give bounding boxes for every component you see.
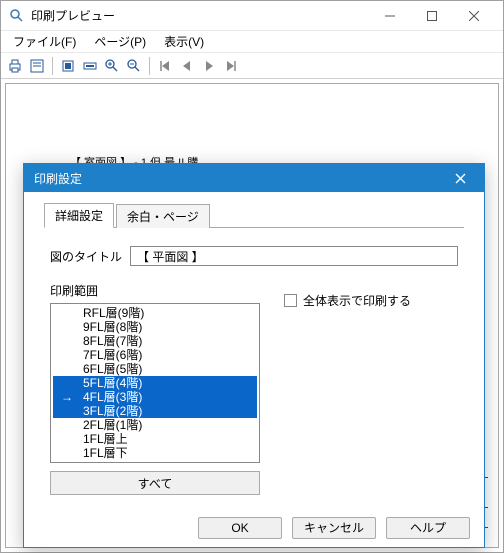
dialog-close-button[interactable] [446, 164, 474, 192]
figure-title-label: 図のタイトル [50, 248, 130, 265]
toolbar [1, 53, 503, 79]
list-item[interactable]: 5FL層(4階) [53, 376, 257, 390]
main-titlebar: 印刷プレビュー [1, 1, 503, 31]
list-item[interactable]: 9FL層(8階) [53, 320, 257, 334]
floor-listbox[interactable]: RFL層(9階)9FL層(8階)8FL層(7階)7FL層(6階)6FL層(5階)… [50, 303, 260, 463]
fit-width-icon[interactable] [80, 56, 100, 76]
list-item[interactable]: 7FL層(6階) [53, 348, 257, 362]
minimize-button[interactable] [369, 2, 411, 30]
nav-prev-icon[interactable] [177, 56, 197, 76]
nav-last-icon[interactable] [221, 56, 241, 76]
close-button[interactable] [453, 2, 495, 30]
full-view-checkbox-row[interactable]: 全体表示で印刷する [284, 292, 411, 309]
print-range-label: 印刷範囲 [50, 282, 260, 299]
dialog-title: 印刷設定 [34, 170, 446, 187]
help-button[interactable]: ヘルプ [386, 517, 470, 539]
select-all-button[interactable]: すべて [50, 471, 260, 495]
zoom-out-icon[interactable] [124, 56, 144, 76]
figure-title-input[interactable] [130, 246, 458, 266]
list-item[interactable]: 2FL層(1階) [53, 418, 257, 432]
nav-first-icon[interactable] [155, 56, 175, 76]
toolbar-separator [149, 57, 150, 75]
app-icon [9, 8, 25, 24]
fit-page-icon[interactable] [58, 56, 78, 76]
tab-margin[interactable]: 余白・ページ [116, 204, 210, 228]
menu-page[interactable]: ページ(P) [86, 31, 154, 52]
checkbox-icon [284, 294, 297, 307]
nav-next-icon[interactable] [199, 56, 219, 76]
full-view-checkbox-label: 全体表示で印刷する [303, 292, 411, 309]
maximize-button[interactable] [411, 2, 453, 30]
list-item[interactable]: 1FL層下 [53, 446, 257, 460]
current-arrow-icon: → [61, 390, 73, 404]
list-item[interactable]: 3FL層(2階) [53, 404, 257, 418]
list-divider [73, 462, 237, 463]
toolbar-separator [52, 57, 53, 75]
window-title: 印刷プレビュー [31, 7, 369, 24]
list-item[interactable]: 4FL層(3階)→ [53, 390, 257, 404]
dialog-titlebar: 印刷設定 [24, 164, 484, 192]
list-item[interactable]: RFL層(9階) [53, 306, 257, 320]
menubar: ファイル(F) ページ(P) 表示(V) [1, 31, 503, 53]
tab-bar: 詳細設定 余白・ページ [44, 206, 464, 228]
print-icon[interactable] [5, 56, 25, 76]
preview-area: 【 室面図 】 - 1 但 最 !! 購 印刷設定 詳細設定 余白・ページ [1, 79, 503, 552]
tab-detail[interactable]: 詳細設定 [44, 203, 114, 228]
cancel-button[interactable]: キャンセル [292, 517, 376, 539]
main-window: 印刷プレビュー ファイル(F) ページ(P) 表示(V) 【 室面図 】 - 1… [0, 0, 504, 553]
menu-file[interactable]: ファイル(F) [5, 31, 84, 52]
list-item[interactable]: 1FL層上 [53, 432, 257, 446]
zoom-in-icon[interactable] [102, 56, 122, 76]
list-item[interactable]: 6FL層(5階) [53, 362, 257, 376]
ok-button[interactable]: OK [198, 517, 282, 539]
menu-view[interactable]: 表示(V) [156, 31, 212, 52]
list-item[interactable]: 8FL層(7階) [53, 334, 257, 348]
print-settings-dialog: 印刷設定 詳細設定 余白・ページ 図のタイトル 印 [23, 163, 485, 548]
settings-icon[interactable] [27, 56, 47, 76]
